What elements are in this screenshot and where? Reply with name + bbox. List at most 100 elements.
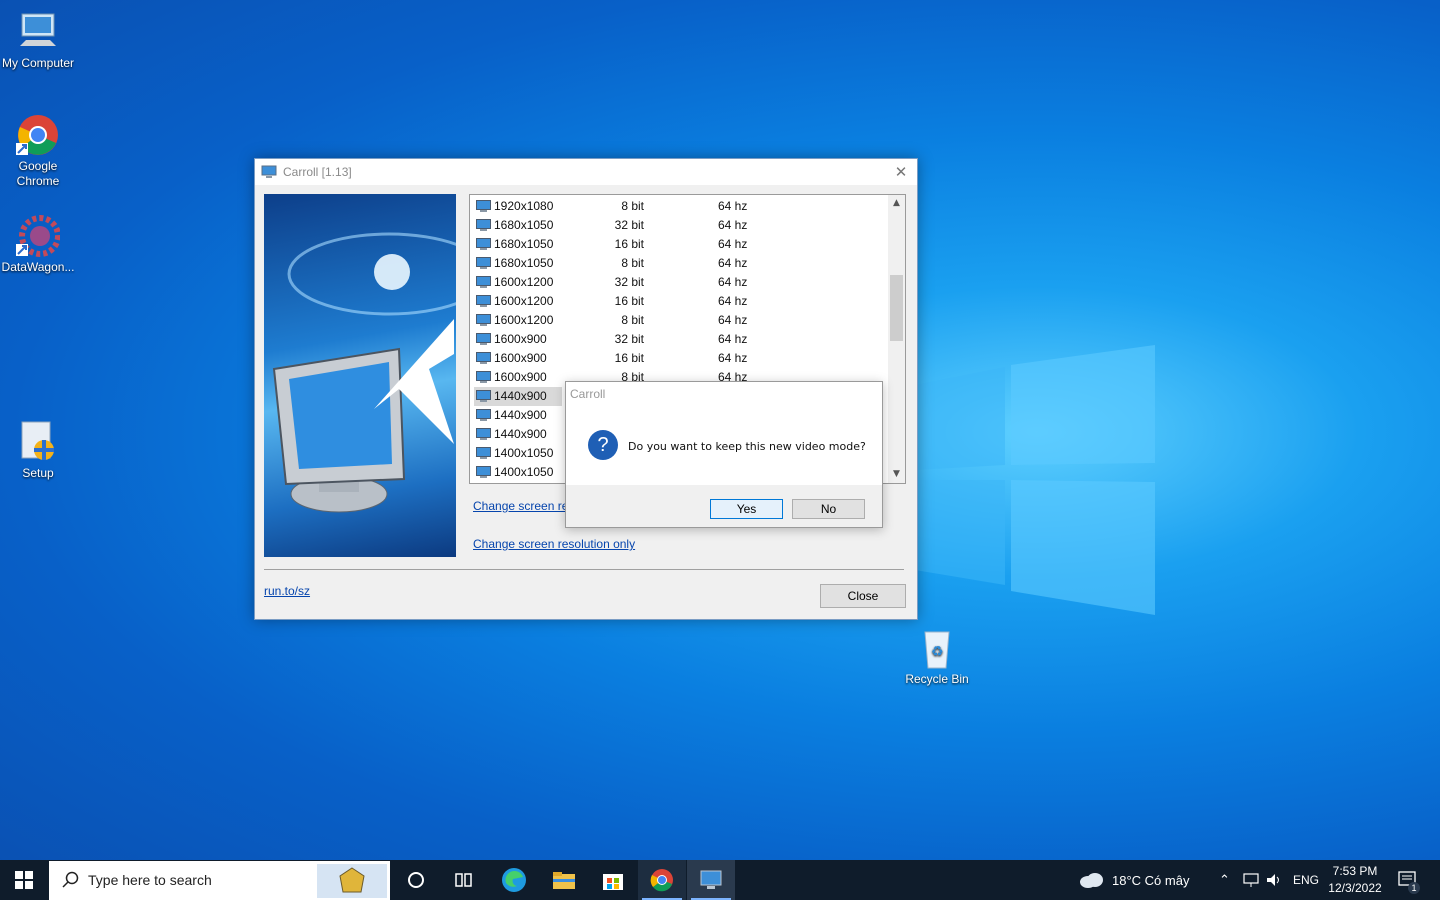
taskbar-store[interactable] bbox=[589, 860, 637, 900]
monitor-icon bbox=[476, 295, 491, 307]
mode-color-depth: 16 bit bbox=[614, 294, 644, 308]
desktop-icon-label: My Computer bbox=[1, 56, 75, 70]
cortana-button[interactable] bbox=[392, 860, 440, 900]
desktop-icon-recycle-bin[interactable]: ♻ Recycle Bin bbox=[899, 626, 975, 687]
close-button[interactable]: Close bbox=[820, 584, 906, 608]
change-screen-resolution-link-partial[interactable]: Change screen re bbox=[473, 499, 568, 513]
chrome-icon bbox=[650, 869, 673, 892]
change-screen-resolution-only-link[interactable]: Change screen resolution only bbox=[473, 537, 635, 551]
volume-tray[interactable] bbox=[1265, 860, 1283, 900]
monitor-icon bbox=[476, 390, 491, 402]
clock[interactable]: 7:53 PM 12/3/2022 bbox=[1322, 860, 1388, 900]
svg-text:♻: ♻ bbox=[931, 643, 944, 659]
mode-color-depth: 8 bit bbox=[621, 256, 644, 270]
mode-resolution: 1400x1050 bbox=[494, 465, 554, 479]
language-indicator[interactable]: ENG bbox=[1293, 860, 1319, 900]
mode-resolution: 1440x900 bbox=[494, 389, 547, 403]
desktop-icon-label: Google Chrome bbox=[16, 159, 60, 188]
desktop-icon-datawagon[interactable]: DataWagon... bbox=[0, 214, 76, 275]
taskbar-edge[interactable] bbox=[490, 860, 538, 900]
footer-link[interactable]: run.to/sz bbox=[264, 584, 310, 598]
list-item[interactable]: 1920x1080 8 bit 64 hz bbox=[474, 197, 886, 216]
list-item[interactable]: 1680x1050 32 bit 64 hz bbox=[474, 216, 886, 235]
mode-refresh-rate: 64 hz bbox=[718, 199, 748, 213]
desktop-icon-my-computer[interactable]: My Computer bbox=[0, 10, 76, 71]
notification-center[interactable]: 1 bbox=[1398, 860, 1420, 900]
mode-resolution: 1920x1080 bbox=[494, 199, 554, 213]
notification-badge: 1 bbox=[1408, 882, 1420, 894]
monitor-icon bbox=[476, 352, 491, 364]
desktop-icon-setup[interactable]: Setup bbox=[0, 420, 76, 481]
list-item[interactable]: 1440x900 bbox=[474, 387, 562, 406]
task-view-icon bbox=[455, 873, 472, 887]
monitor-icon bbox=[476, 447, 491, 459]
mode-resolution: 1400x1050 bbox=[494, 446, 554, 460]
speaker-icon bbox=[1267, 874, 1279, 886]
scrollbar-thumb[interactable] bbox=[890, 275, 903, 341]
edge-icon bbox=[502, 868, 526, 892]
window-titlebar[interactable]: Carroll [1.13] ✕ bbox=[255, 159, 917, 185]
monitor-icon bbox=[476, 276, 491, 288]
mode-resolution: 1600x1200 bbox=[494, 313, 554, 327]
list-item[interactable]: 1600x1200 8 bit 64 hz bbox=[474, 311, 886, 330]
search-highlight-image bbox=[317, 864, 387, 898]
list-item[interactable]: 1680x1050 8 bit 64 hz bbox=[474, 254, 886, 273]
monitor-icon bbox=[476, 428, 491, 440]
mode-resolution: 1440x900 bbox=[494, 408, 547, 422]
task-view-button[interactable] bbox=[440, 860, 488, 900]
desktop-icon-label: Recycle Bin bbox=[905, 672, 969, 686]
scroll-down-icon[interactable]: ▼ bbox=[888, 466, 905, 483]
confirm-dialog: Carroll ? Do you want to keep this new v… bbox=[565, 381, 883, 528]
mode-resolution: 1680x1050 bbox=[494, 256, 554, 270]
mode-color-depth: 32 bit bbox=[614, 332, 644, 346]
mode-refresh-rate: 64 hz bbox=[718, 275, 748, 289]
question-icon: ? bbox=[588, 430, 618, 460]
scroll-up-icon[interactable]: ▲ bbox=[888, 195, 905, 212]
windows-logo-wallpaper bbox=[915, 345, 1155, 615]
no-button[interactable]: No bbox=[792, 499, 865, 519]
list-item[interactable]: 1600x1200 16 bit 64 hz bbox=[474, 292, 886, 311]
mode-resolution: 1600x900 bbox=[494, 332, 547, 346]
mode-resolution: 1600x1200 bbox=[494, 275, 554, 289]
taskbar-search-box[interactable]: Type here to search bbox=[49, 861, 390, 900]
store-icon bbox=[603, 874, 623, 890]
list-item[interactable]: 1600x1200 32 bit 64 hz bbox=[474, 273, 886, 292]
mode-refresh-rate: 64 hz bbox=[718, 218, 748, 232]
mode-color-depth: 16 bit bbox=[614, 237, 644, 251]
chevron-up-icon: ⌃ bbox=[1219, 872, 1230, 887]
taskbar-carroll[interactable] bbox=[687, 860, 735, 900]
mode-color-depth: 32 bit bbox=[614, 275, 644, 289]
list-item[interactable]: 1600x900 16 bit 64 hz bbox=[474, 349, 886, 368]
weather-widget[interactable]: 18°C Có mây bbox=[1079, 860, 1189, 900]
start-button[interactable] bbox=[0, 860, 48, 900]
list-item[interactable]: 1680x1050 16 bit 64 hz bbox=[474, 235, 886, 254]
monitor-icon bbox=[476, 333, 491, 345]
monitor-icon bbox=[476, 219, 491, 231]
monitor-icon bbox=[476, 409, 491, 421]
monitor-icon bbox=[476, 371, 491, 383]
close-icon[interactable]: ✕ bbox=[893, 164, 909, 180]
dialog-question: Do you want to keep this new video mode? bbox=[628, 440, 866, 453]
list-item[interactable]: 1600x900 32 bit 64 hz bbox=[474, 330, 886, 349]
mode-resolution: 1600x900 bbox=[494, 370, 547, 384]
dialog-footer: Yes No bbox=[566, 485, 882, 527]
desktop-icon-google-chrome[interactable]: Google Chrome bbox=[0, 113, 76, 189]
mode-resolution: 1440x900 bbox=[494, 427, 547, 441]
network-icon bbox=[1243, 873, 1259, 887]
mode-resolution: 1680x1050 bbox=[494, 237, 554, 251]
monitor-icon bbox=[476, 257, 491, 269]
yes-button[interactable]: Yes bbox=[710, 499, 783, 519]
taskbar-chrome[interactable] bbox=[638, 860, 686, 900]
clock-time: 7:53 PM bbox=[1332, 864, 1378, 878]
list-scrollbar[interactable]: ▲ ▼ bbox=[888, 195, 905, 483]
mode-refresh-rate: 64 hz bbox=[718, 351, 748, 365]
network-tray[interactable] bbox=[1242, 860, 1260, 900]
mode-color-depth: 32 bit bbox=[614, 218, 644, 232]
search-placeholder: Type here to search bbox=[88, 872, 212, 888]
weather-text: 18°C Có mây bbox=[1112, 872, 1190, 888]
monitor-icon bbox=[700, 870, 722, 889]
desktop-icon-label: DataWagon... bbox=[1, 260, 75, 274]
search-icon bbox=[62, 871, 79, 888]
show-hidden-icons[interactable]: ⌃ bbox=[1219, 860, 1230, 900]
taskbar-file-explorer[interactable] bbox=[540, 860, 588, 900]
